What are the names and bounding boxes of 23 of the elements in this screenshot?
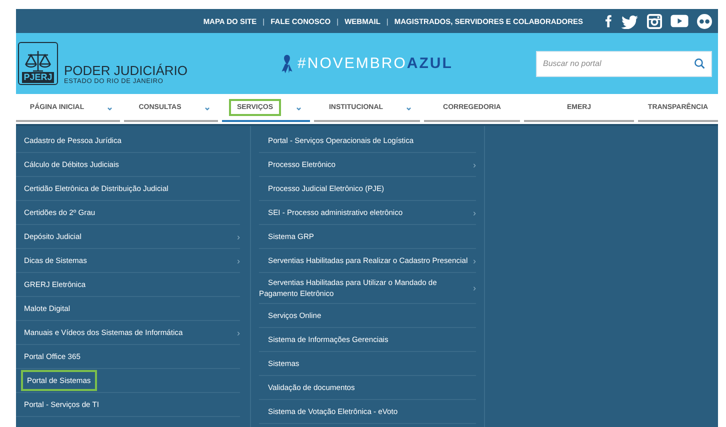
scales-icon [24,50,52,72]
camera-icon[interactable] [647,14,662,28]
caret-icon: ⌄ [405,104,414,110]
caret-icon: ⌄ [203,104,212,110]
search-field[interactable]: Buscar no portal [536,50,712,76]
ribbon-icon [280,52,294,74]
chevron-icon: › [469,160,476,170]
search-icon[interactable] [694,58,705,68]
chevron-icon: › [233,328,240,338]
two-dots-icon[interactable] [697,14,712,28]
bird-icon[interactable] [621,14,639,28]
f-logo-icon[interactable] [603,13,613,29]
caret-icon: ⌄ [295,104,304,110]
scales-logo: PJERJ [18,42,58,85]
play-icon[interactable] [670,14,689,28]
chevron-icon: › [233,232,240,242]
site-title: PODER JUDICIÁRIO [64,64,188,78]
chevron-icon: › [233,256,240,266]
caret-icon: ⌄ [106,104,114,110]
chevron-icon: › [469,283,476,293]
chevron-icon: › [469,256,476,266]
chevron-icon: › [469,208,476,218]
campaign-title: #NOVEMBROAZUL [298,55,453,72]
